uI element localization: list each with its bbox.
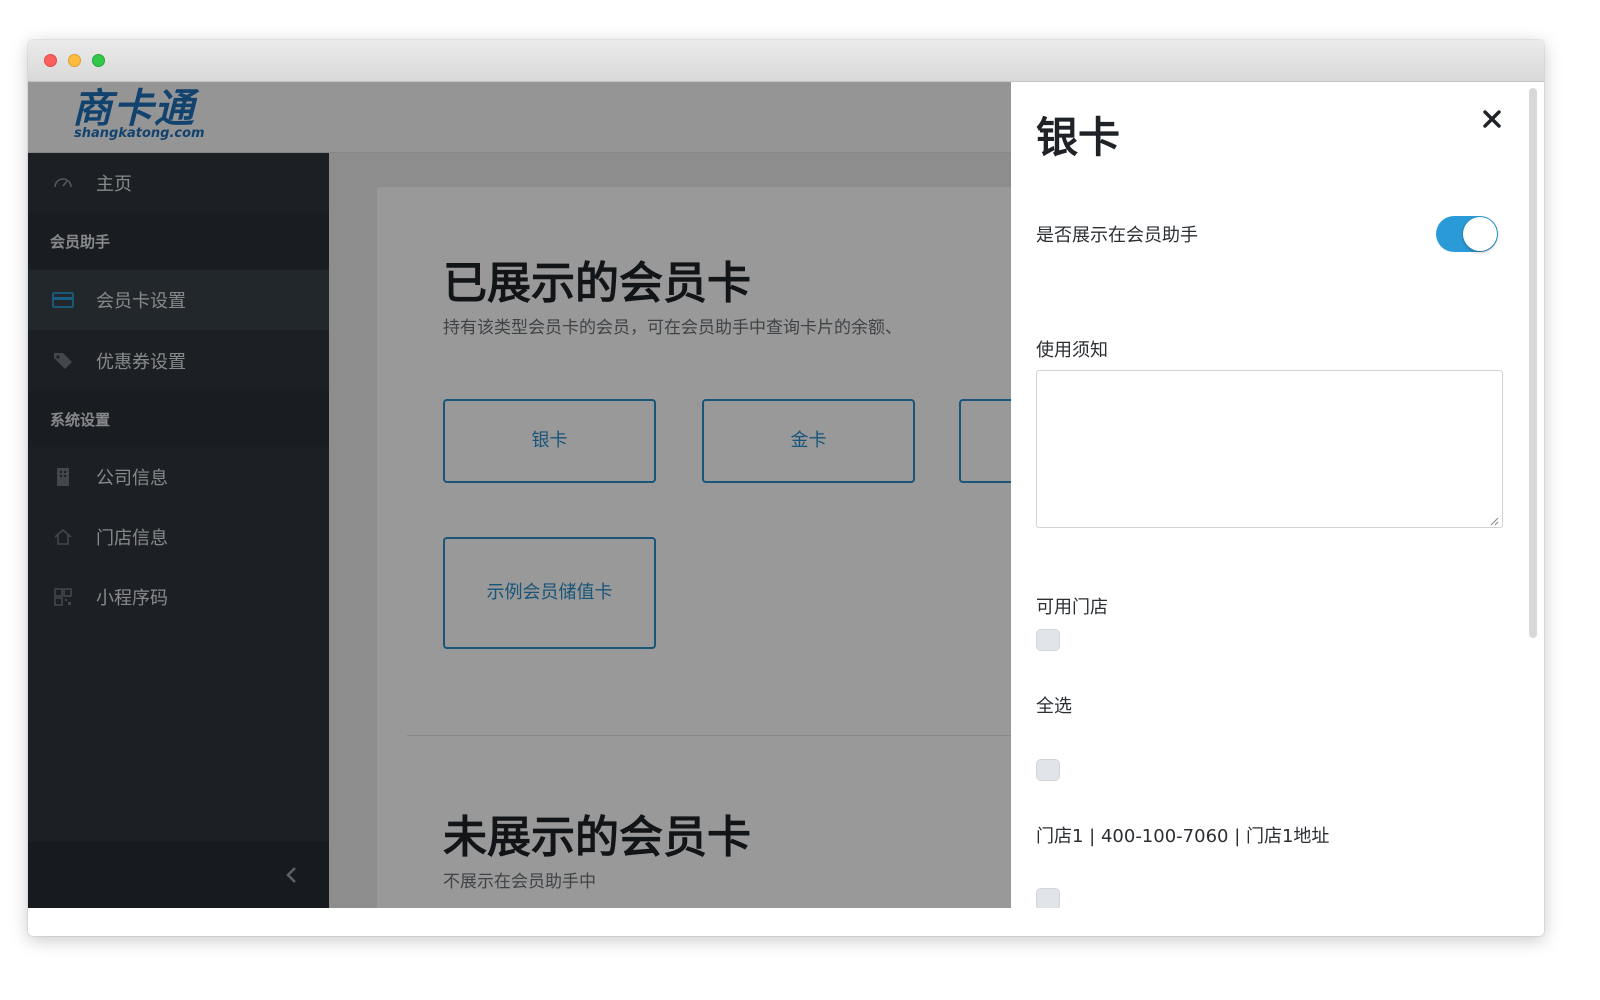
- show-in-assistant-toggle[interactable]: [1436, 216, 1498, 252]
- usage-notes-textarea[interactable]: [1036, 370, 1503, 528]
- select-all-checkbox[interactable]: [1036, 759, 1060, 781]
- usage-notes-label: 使用须知: [1036, 340, 1108, 361]
- window-titlebar: [28, 40, 1544, 82]
- resize-grip-icon[interactable]: [1489, 516, 1499, 526]
- available-stores-checkbox[interactable]: [1036, 629, 1060, 651]
- drawer-scrollbar[interactable]: [1529, 88, 1537, 638]
- card-detail-drawer: 银卡 是否展示在会员助手 使用须知 可用门店 全选 门店1 | 400-100-…: [1011, 82, 1544, 908]
- drawer-title: 银卡: [1036, 113, 1121, 162]
- store-1-label: 门店1 | 400-100-7060 | 门店1地址: [1036, 826, 1330, 847]
- modal-backdrop[interactable]: [28, 82, 1011, 908]
- window-minimize-button[interactable]: [68, 54, 81, 67]
- available-stores-label: 可用门店: [1036, 597, 1108, 618]
- window-maximize-button[interactable]: [92, 54, 105, 67]
- close-icon: [1481, 103, 1503, 138]
- toggle-knob: [1463, 217, 1497, 251]
- store-1-checkbox[interactable]: [1036, 888, 1060, 908]
- drawer-close-button[interactable]: [1477, 106, 1507, 136]
- app-window: 商卡通 shangkatong.com 主页 会员助手 会员卡设置 优惠券设置 …: [28, 40, 1544, 936]
- show-in-assistant-label: 是否展示在会员助手: [1036, 225, 1198, 246]
- select-all-label: 全选: [1036, 696, 1072, 717]
- app-content: 商卡通 shangkatong.com 主页 会员助手 会员卡设置 优惠券设置 …: [28, 82, 1544, 908]
- window-close-button[interactable]: [44, 54, 57, 67]
